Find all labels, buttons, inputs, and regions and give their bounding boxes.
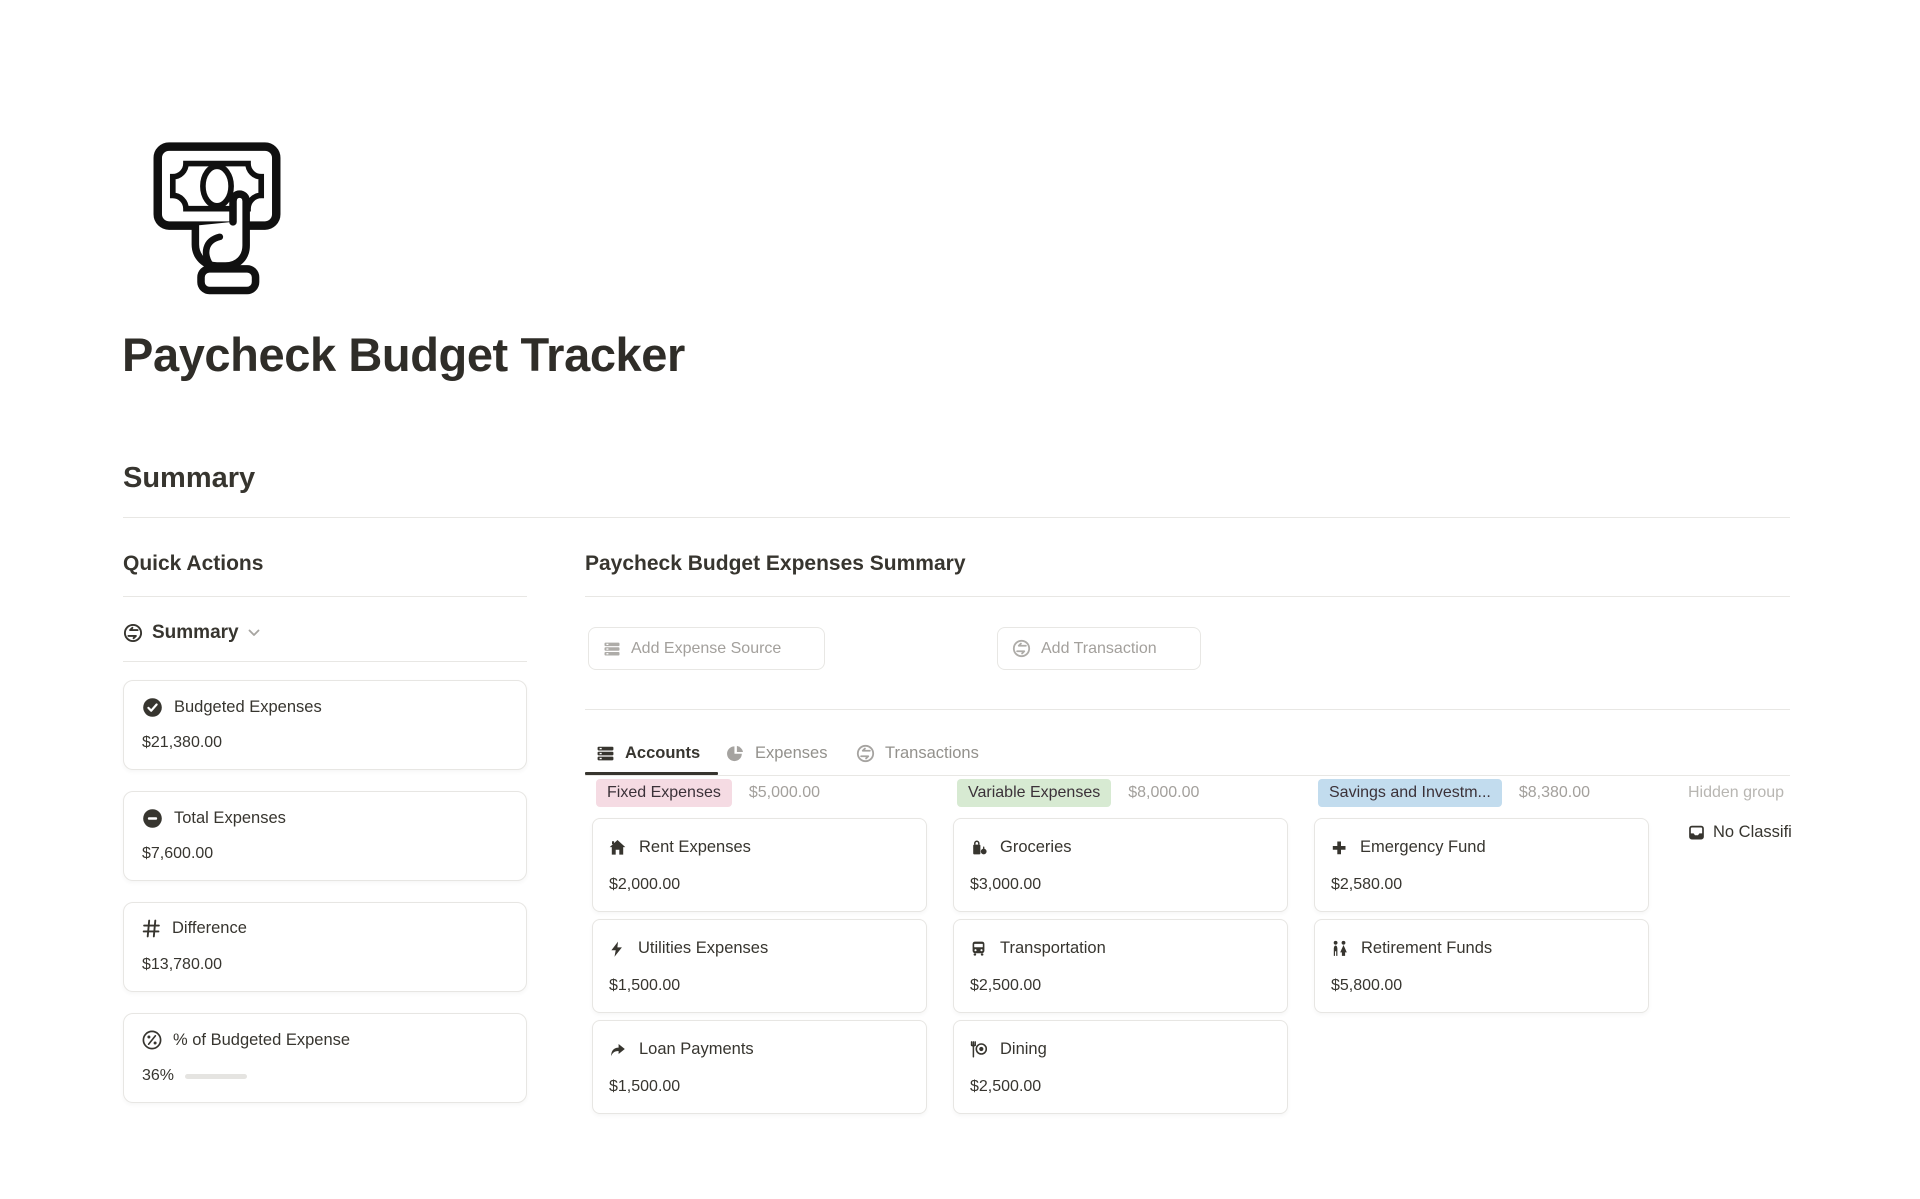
card-label: Difference [172,919,247,938]
tab-expenses[interactable]: Expenses [726,733,827,773]
summary-card-difference: Difference $13,780.00 [123,902,527,992]
card-label: Total Expenses [174,809,286,828]
redo-arrow-icon [609,1042,626,1058]
minus-circle-icon [142,808,163,829]
hidden-group-no-classification[interactable]: No Classifi [1688,823,1798,842]
divider [123,596,527,597]
inbox-icon [1688,824,1705,841]
board-card-groceries[interactable]: Groceries $3,000.00 [953,818,1288,912]
card-value: 36% [142,1067,174,1085]
card-title: Retirement Funds [1361,939,1492,958]
summary-section-heading: Summary [123,462,255,495]
group-badge[interactable]: Savings and Investm... [1318,779,1502,807]
pie-chart-icon [726,744,745,763]
view-selector-label: Summary [152,622,239,644]
card-title: Transportation [1000,939,1106,958]
divider [585,709,1790,710]
board-card-dining[interactable]: Dining $2,500.00 [953,1020,1288,1114]
board-card-loan-payments[interactable]: Loan Payments $1,500.00 [592,1020,927,1114]
cycle-icon [1012,639,1031,658]
board-card-emergency-fund[interactable]: Emergency Fund $2,580.00 [1314,818,1649,912]
tab-bar-divider [585,775,1790,776]
summary-card-total-expenses: Total Expenses $7,600.00 [123,791,527,881]
add-expense-source-button[interactable]: Add Expense Source [588,627,825,670]
groceries-icon [970,839,987,856]
progress-bar [185,1074,247,1079]
hidden-groups-section: Hidden group No Classifi [1688,779,1798,842]
chevron-down-icon [248,629,260,637]
card-amount: $2,500.00 [970,977,1041,995]
page-title: Paycheck Budget Tracker [122,327,685,382]
hidden-group-name: No Classifi [1713,823,1792,842]
quick-action-cards: Budgeted Expenses $21,380.00 Total Expen… [123,680,527,1103]
group-total: $8,380.00 [1519,784,1590,802]
tab-transactions[interactable]: Transactions [856,733,979,773]
tab-label: Expenses [755,744,827,763]
divider [585,596,1790,597]
quick-actions-heading: Quick Actions [123,552,263,576]
card-amount: $2,500.00 [970,1078,1041,1096]
bus-icon [970,940,987,957]
group-total: $8,000.00 [1128,784,1199,802]
plus-icon [1331,840,1347,856]
cycle-icon [123,623,143,643]
card-amount: $1,500.00 [609,977,680,995]
money-hand-icon [147,140,287,298]
family-icon [1331,940,1348,957]
card-title: Dining [1000,1040,1047,1059]
card-title: Emergency Fund [1360,838,1486,857]
group-badge[interactable]: Fixed Expenses [596,779,732,807]
view-selector[interactable]: Summary [123,617,260,649]
check-circle-icon [142,697,163,718]
card-title: Rent Expenses [639,838,751,857]
bolt-icon [609,941,625,957]
card-value: $21,380.00 [142,734,222,752]
board-column-savings-investments: Savings and Investm... $8,380.00 Emergen… [1314,779,1649,1013]
button-label: Add Transaction [1041,640,1157,658]
summary-card-budgeted-expenses: Budgeted Expenses $21,380.00 [123,680,527,770]
board-card-retirement-funds[interactable]: Retirement Funds $5,800.00 [1314,919,1649,1013]
card-value: $7,600.00 [142,845,213,863]
rows-icon [603,640,621,658]
dining-icon [970,1041,987,1058]
board-column-fixed-expenses: Fixed Expenses $5,000.00 Rent Expenses $… [592,779,927,1114]
card-label: % of Budgeted Expense [173,1031,350,1050]
cycle-icon [856,744,875,763]
button-label: Add Expense Source [631,640,781,658]
tab-accounts[interactable]: Accounts [596,733,700,773]
rows-icon [596,744,615,763]
card-title: Groceries [1000,838,1072,857]
board-card-transportation[interactable]: Transportation $2,500.00 [953,919,1288,1013]
house-icon [609,839,626,856]
divider [123,661,527,662]
card-amount: $5,800.00 [1331,977,1402,995]
card-amount: $2,000.00 [609,876,680,894]
card-title: Utilities Expenses [638,939,768,958]
card-amount: $1,500.00 [609,1078,680,1096]
card-value: $13,780.00 [142,956,222,974]
tab-label: Transactions [885,744,979,763]
card-amount: $2,580.00 [1331,876,1402,894]
tab-label: Accounts [625,744,700,763]
divider [123,517,1790,518]
card-label: Budgeted Expenses [174,698,322,717]
percent-circle-icon [142,1030,162,1050]
card-amount: $3,000.00 [970,876,1041,894]
board-card-utilities-expenses[interactable]: Utilities Expenses $1,500.00 [592,919,927,1013]
add-transaction-button[interactable]: Add Transaction [997,627,1201,670]
summary-card-percent-budgeted: % of Budgeted Expense 36% [123,1013,527,1103]
card-title: Loan Payments [639,1040,754,1059]
hash-icon [142,919,161,938]
page: Paycheck Budget Tracker Summary Quick Ac… [0,0,1920,1199]
hidden-group-label: Hidden group [1688,779,1798,807]
active-tab-underline [585,772,718,775]
group-total: $5,000.00 [749,784,820,802]
expenses-summary-heading: Paycheck Budget Expenses Summary [585,552,966,576]
board-card-rent-expenses[interactable]: Rent Expenses $2,000.00 [592,818,927,912]
board-column-variable-expenses: Variable Expenses $8,000.00 Groceries $3… [953,779,1288,1114]
group-badge[interactable]: Variable Expenses [957,779,1111,807]
